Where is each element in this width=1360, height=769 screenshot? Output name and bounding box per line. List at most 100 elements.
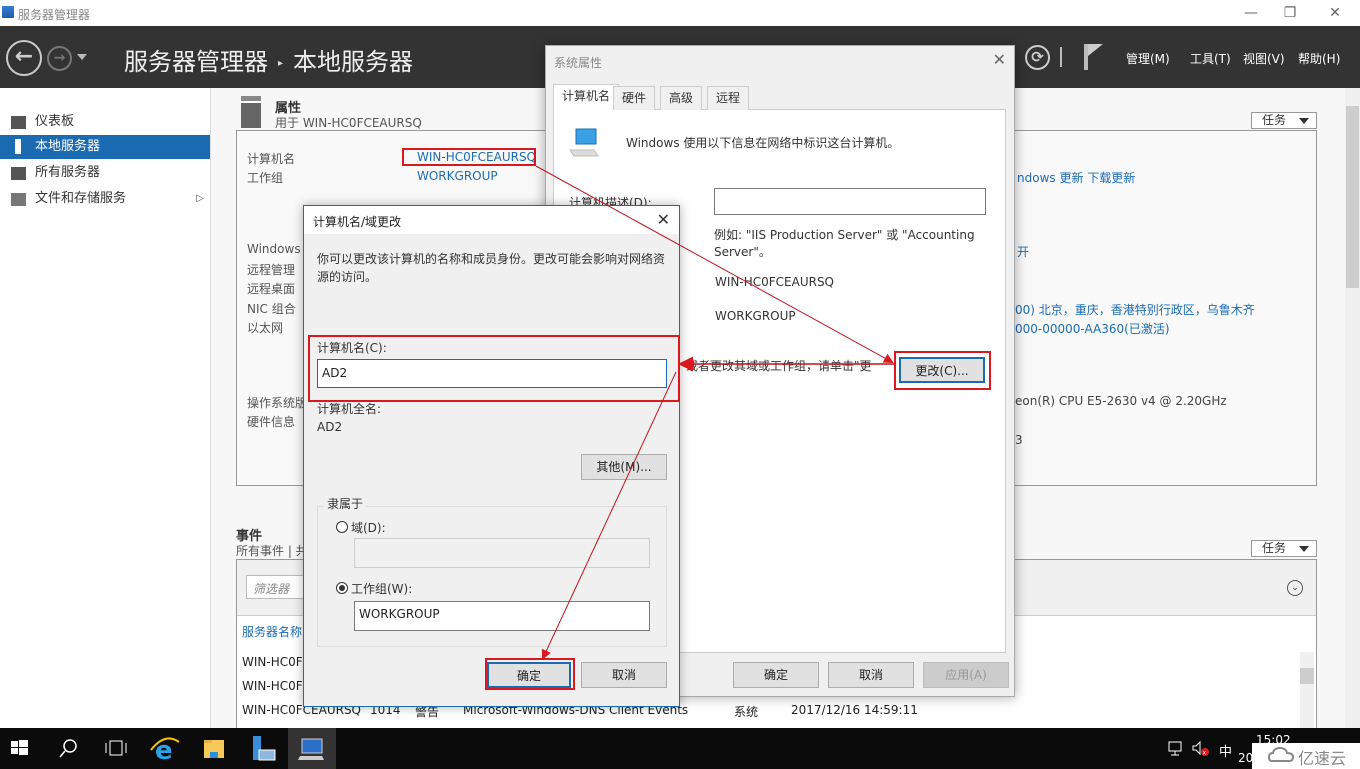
member-of-label: 隶属于 (324, 495, 367, 512)
network-icon[interactable] (1168, 741, 1184, 757)
search-icon[interactable] (44, 728, 92, 769)
label-computer-name: 计算机名 (247, 152, 296, 166)
menu-manage[interactable]: 管理(M) (1126, 50, 1170, 67)
product-id-link[interactable]: 000-00000-AA360(已激活) (1015, 320, 1170, 337)
breadcrumb: 服务器管理器 ▸ 本地服务器 (124, 42, 413, 77)
sidebar-item-dashboard[interactable]: 仪表板 (0, 110, 210, 134)
tab-remote[interactable]: 远程 (707, 86, 750, 110)
window-title: 服务器管理器 (18, 8, 91, 22)
chevron-down-icon (1299, 546, 1309, 552)
properties-tasks-button[interactable]: 任务 (1251, 112, 1317, 129)
label-os-version: 操作系统版 (247, 396, 308, 410)
label-nic-teaming: NIC 组合 (247, 302, 296, 316)
expand-arrow-icon[interactable]: ▷ (196, 187, 204, 211)
back-button[interactable]: ← (6, 40, 42, 76)
computer-name-label: 计算机名(C): (317, 341, 387, 355)
close-icon[interactable]: ✕ (657, 210, 670, 229)
sidebar-item-label: 文件和存储服务 (35, 191, 127, 206)
change-hint: 或者更改其域或工作组，请单击"更 (686, 359, 872, 373)
sidebar-item-local-server[interactable]: 本地服务器 (0, 135, 210, 159)
label-remote-management: 远程管理 (247, 263, 296, 277)
forward-button[interactable]: → (47, 46, 72, 71)
restore-button[interactable]: ❐ (1267, 2, 1313, 24)
domain-radio[interactable] (336, 521, 348, 533)
cell-log: 系统 (734, 705, 759, 719)
tab-advanced[interactable]: 高级 (660, 86, 703, 110)
expand-icon[interactable]: ⌄ (1287, 580, 1303, 596)
cancel-button[interactable]: 取消 (581, 662, 667, 688)
description-input[interactable] (714, 188, 986, 215)
table-row[interactable]: WIN-HC0F (242, 679, 303, 693)
main-scrollbar-thumb[interactable] (1346, 106, 1359, 288)
storage-icon (11, 193, 26, 206)
domain-input[interactable] (354, 538, 650, 568)
ok-button[interactable]: 确定 (733, 662, 819, 688)
computer-name-change-dialog: 计算机名/域更改 ✕ 你可以更改该计算机的名称和成员身份。更改可能会影响对网络资… (303, 205, 680, 707)
breadcrumb-root[interactable]: 服务器管理器 (124, 48, 268, 76)
full-computer-name: WIN-HC0FCEAURSQ (715, 275, 835, 289)
label-workgroup: 工作组 (247, 171, 284, 185)
cloud-logo-icon (1268, 747, 1294, 762)
ok-button[interactable]: 确定 (487, 662, 571, 688)
menu-view[interactable]: 视图(V) (1243, 50, 1285, 67)
workgroup-link[interactable]: WORKGROUP (417, 169, 498, 183)
sidebar-item-all-servers[interactable]: 所有服务器 (0, 161, 210, 185)
cancel-button[interactable]: 取消 (828, 662, 914, 688)
internet-explorer-icon[interactable]: e (141, 728, 189, 769)
sidebar-item-label: 本地服务器 (35, 139, 101, 154)
windows-update-link[interactable]: ndows 更新 下载更新 (1017, 169, 1135, 186)
events-tasks-button[interactable]: 任务 (1251, 540, 1317, 557)
computer-icon (569, 128, 599, 157)
events-scrollbar[interactable] (1300, 652, 1314, 728)
volume-muted-icon[interactable]: x (1192, 741, 1212, 757)
cpu-value: eon(R) CPU E5-2630 v4 @ 2.20GHz (1015, 394, 1227, 408)
workgroup-radio[interactable] (336, 582, 348, 594)
history-dropdown-icon[interactable] (77, 54, 87, 60)
menu-tools[interactable]: 工具(T) (1190, 50, 1231, 67)
label-ethernet: 以太网 (247, 321, 284, 335)
more-button[interactable]: 其他(M)... (581, 454, 667, 480)
system-properties-taskbar-icon[interactable] (288, 728, 336, 769)
label-windows: Windows (247, 242, 301, 256)
sidebar-item-file-storage[interactable]: 文件和存储服务 ▷ (0, 187, 210, 211)
notifications-flag-icon[interactable] (1083, 42, 1103, 70)
sidebar: 仪表板 本地服务器 所有服务器 文件和存储服务 ▷ (0, 88, 211, 728)
start-icon[interactable] (0, 728, 48, 769)
domain-label: 域(D): (351, 521, 386, 535)
properties-section-icon (241, 96, 261, 128)
workgroup-label: 工作组(W): (351, 582, 413, 596)
timezone-link[interactable]: 00) 北京，重庆，香港特别行政区，乌鲁木齐 (1015, 301, 1255, 318)
remote-desktop-link[interactable]: 开 (1017, 243, 1029, 260)
task-view-icon[interactable] (92, 728, 140, 769)
server-manager-taskbar-icon[interactable] (239, 728, 287, 769)
ime-indicator[interactable]: 中 (1219, 741, 1232, 760)
cell-server: WIN-HC0F (242, 655, 303, 669)
tasks-label: 任务 (1262, 541, 1287, 555)
column-header-server[interactable]: 服务器名称 (242, 623, 302, 640)
server-icon (15, 139, 21, 154)
tab-computer-name[interactable]: 计算机名 (553, 84, 620, 110)
file-explorer-icon[interactable] (190, 728, 238, 769)
menu-help[interactable]: 帮助(H) (1298, 50, 1340, 67)
refresh-icon[interactable]: ⟳ (1025, 45, 1050, 70)
clock-date[interactable]: 20 (1238, 751, 1253, 765)
cell-date: 2017/12/16 14:59:11 (791, 703, 918, 717)
apply-button[interactable]: 应用(A) (923, 662, 1009, 688)
computer-name-link[interactable]: WIN-HC0FCEAURSQ (417, 150, 536, 164)
change-button[interactable]: 更改(C)... (899, 357, 985, 383)
server-manager-icon (2, 6, 14, 18)
table-row[interactable]: WIN-HC0F (242, 655, 303, 669)
sidebar-item-label: 仪表板 (35, 114, 75, 129)
full-name-label: 计算机全名: (317, 402, 382, 416)
events-subtitle: 所有事件 | 共 (236, 544, 308, 558)
close-button[interactable]: ✕ (1312, 2, 1358, 24)
properties-subtitle: 用于 WIN-HC0FCEAURSQ (275, 116, 422, 130)
svg-text:e: e (155, 736, 173, 766)
intro-text: Windows 使用以下信息在网络中标识这台计算机。 (626, 136, 900, 150)
workgroup-input[interactable]: WORKGROUP (354, 601, 650, 631)
events-scrollbar-thumb[interactable] (1300, 668, 1314, 684)
description-example: 例如: "IIS Production Server" 或 "Accountin… (714, 228, 975, 259)
tab-hardware[interactable]: 硬件 (613, 86, 656, 110)
computer-name-input[interactable]: AD2 (317, 359, 667, 388)
close-icon[interactable]: ✕ (993, 50, 1006, 69)
